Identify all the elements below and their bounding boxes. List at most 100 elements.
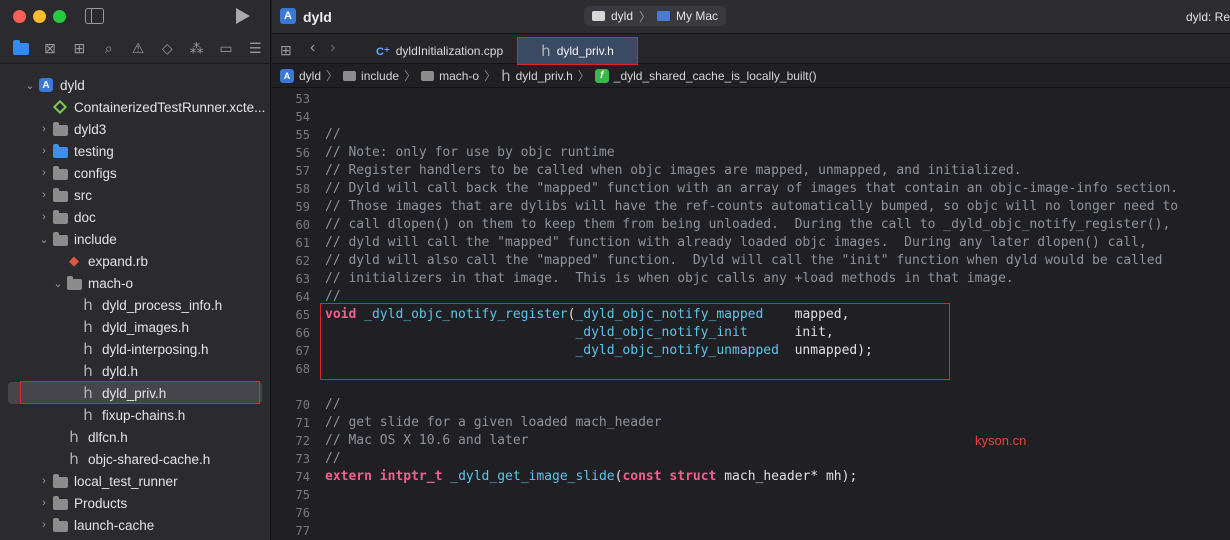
tree-row[interactable]: h objc-shared-cache.h: [0, 448, 270, 470]
line-number: 58: [295, 182, 310, 196]
header-file-icon: h: [541, 42, 551, 60]
source-control-navigator-icon[interactable]: ⊠: [35, 38, 64, 60]
project-icon: A: [280, 68, 294, 83]
tree-row[interactable]: ◆ expand.rb: [0, 250, 270, 272]
tree-row[interactable]: › local_test_runner: [0, 470, 270, 492]
code-line: 53: [272, 90, 1230, 108]
sidebar-toggle-icon[interactable]: [85, 8, 104, 24]
code-line: 64 //: [272, 288, 1230, 306]
scheme-target: dyld: [611, 9, 634, 23]
jumpbar-item-symbol[interactable]: _dyld_shared_cache_is_locally_built(): [614, 69, 817, 83]
related-items-grid-icon[interactable]: ⊞: [280, 42, 292, 59]
code-token: //: [325, 451, 341, 466]
disclosure-collapsed-icon[interactable]: ›: [39, 189, 49, 201]
line-number: 76: [295, 506, 310, 520]
code-line: 57 // Register handlers to be called when…: [272, 162, 1230, 180]
jumpbar-item-project[interactable]: dyld: [299, 69, 321, 83]
disclosure-collapsed-icon[interactable]: ›: [39, 145, 49, 157]
disclosure-collapsed-icon[interactable]: ›: [39, 497, 49, 509]
code-line: 67 _dyld_objc_notify_unmapped unmapped);: [272, 342, 1230, 360]
tree-row[interactable]: › Products: [0, 492, 270, 514]
run-play-icon[interactable]: [236, 8, 250, 24]
jumpbar-item-mach-o[interactable]: mach-o: [439, 69, 479, 83]
code-token: // get slide for a given loaded mach_hea…: [325, 415, 662, 430]
disclosure-expanded-icon[interactable]: ⌄: [39, 233, 49, 246]
line-number: 63: [295, 272, 310, 286]
code-line: 66 _dyld_objc_notify_init init,: [272, 324, 1230, 342]
tree-row-label: dyld3: [74, 121, 107, 137]
forward-chevron-icon[interactable]: ›: [330, 39, 335, 57]
debug-navigator-spray-icon[interactable]: ⁂: [182, 38, 211, 60]
code-line: 55 //: [272, 126, 1230, 144]
breakpoint-navigator-tag-icon[interactable]: ▭: [211, 38, 240, 60]
tree-row[interactable]: ContainerizedTestRunner.xcte...: [0, 96, 270, 118]
find-navigator-search-icon[interactable]: ⌕: [94, 38, 123, 60]
chevron-right-icon: 〉: [577, 69, 590, 83]
disclosure-collapsed-icon[interactable]: ›: [39, 167, 49, 179]
tree-row-label: expand.rb: [88, 253, 149, 269]
jumpbar-item-file[interactable]: dyld_priv.h: [516, 69, 573, 83]
folder-icon: [52, 495, 68, 510]
jumpbar-item-include[interactable]: include: [361, 69, 399, 83]
code-text: // get slide for a given loaded mach_hea…: [325, 414, 662, 432]
disclosure-expanded-icon[interactable]: ⌄: [53, 277, 63, 290]
tree-row[interactable]: h dyld_images.h: [0, 316, 270, 338]
disclosure-collapsed-icon[interactable]: ›: [39, 519, 49, 531]
report-navigator-list-icon[interactable]: ☰: [241, 38, 270, 60]
tree-row[interactable]: ⌄ mach-o: [0, 272, 270, 294]
code-line: 72 // Mac OS X 10.6 and later: [272, 432, 1230, 450]
tree-row[interactable]: ⌄ include: [0, 228, 270, 250]
tree-row[interactable]: › launch-cache: [0, 514, 270, 536]
tree-row-label: src: [74, 187, 92, 203]
tree-row[interactable]: › configs: [0, 162, 270, 184]
symbol-navigator-icon[interactable]: ⊞: [65, 38, 94, 60]
test-navigator-diamond-icon[interactable]: ◇: [153, 38, 182, 60]
tree-row[interactable]: h dyld.h: [0, 360, 270, 382]
tree-row[interactable]: h dyld_priv.h: [8, 382, 262, 404]
tree-row-label: mach-o: [88, 275, 134, 291]
tree-row[interactable]: h dyld-interposing.h: [0, 338, 270, 360]
disclosure-expanded-icon[interactable]: ⌄: [25, 79, 35, 92]
ruby-file-icon: ◆: [69, 253, 79, 268]
line-number: 54: [295, 110, 310, 124]
blue-folder-icon: [52, 143, 68, 158]
back-chevron-icon[interactable]: ‹: [310, 39, 315, 57]
navigator-sidebar: ⊠ ⊞ ⌕ ⚠ ◇ ⁂ ▭ ☰ ⌄ Adyld ContainerizedTestR…: [0, 0, 271, 540]
tree-row[interactable]: ⌄ Adyld: [0, 74, 270, 96]
tab-dyldinitialization-cpp[interactable]: C⁺ dyldInitialization.cpp: [364, 38, 510, 64]
editor-area: A dyld dyld 〉 My Mac dyld: Rea ⊞ ‹ › C⁺ …: [272, 0, 1230, 540]
code-line: 63 // initializers in that image. This is…: [272, 270, 1230, 288]
test-plan-icon: [52, 99, 68, 115]
code-token: struct: [669, 469, 717, 484]
tree-row[interactable]: h dyld_process_info.h: [0, 294, 270, 316]
chevron-right-icon: 〉: [326, 69, 339, 83]
source-editor[interactable]: 53 54 55 // 56 // Note: only for use by objc …: [272, 88, 1230, 540]
issue-navigator-warning-icon[interactable]: ⚠: [123, 38, 152, 60]
tree-row-label: doc: [74, 209, 96, 225]
tree-row[interactable]: › dyld3: [0, 118, 270, 140]
scheme-selector[interactable]: dyld 〉 My Mac: [584, 6, 727, 26]
minimize-window-button[interactable]: [33, 10, 46, 23]
line-number: 67: [295, 344, 310, 358]
code-token: mapped,: [763, 307, 850, 322]
folder-icon: [52, 517, 68, 532]
close-window-button[interactable]: [13, 10, 26, 23]
tree-row[interactable]: h dlfcn.h: [0, 426, 270, 448]
disclosure-collapsed-icon[interactable]: ›: [39, 123, 49, 135]
code-text: // Register handlers to be called when o…: [325, 162, 1022, 180]
disclosure-collapsed-icon[interactable]: ›: [39, 211, 49, 223]
header-file-icon: h: [83, 362, 93, 380]
project-navigator-folder-icon[interactable]: [6, 38, 35, 60]
tree-row[interactable]: › src: [0, 184, 270, 206]
tree-row[interactable]: › testing: [0, 140, 270, 162]
line-number: 55: [295, 128, 310, 142]
zoom-window-button[interactable]: [53, 10, 66, 23]
tree-row[interactable]: › doc: [0, 206, 270, 228]
code-line: 62 // dyld will also call the "mapped" fu…: [272, 252, 1230, 270]
code-line: 65 void _dyld_objc_notify_register(_dyld_…: [272, 306, 1230, 324]
code-text: // Note: only for use by objc runtime: [325, 144, 615, 162]
tree-row[interactable]: h fixup-chains.h: [0, 404, 270, 426]
code-token: intptr_t: [379, 469, 443, 484]
tab-dyld-priv-h[interactable]: h dyld_priv.h: [517, 37, 638, 65]
disclosure-collapsed-icon[interactable]: ›: [39, 475, 49, 487]
